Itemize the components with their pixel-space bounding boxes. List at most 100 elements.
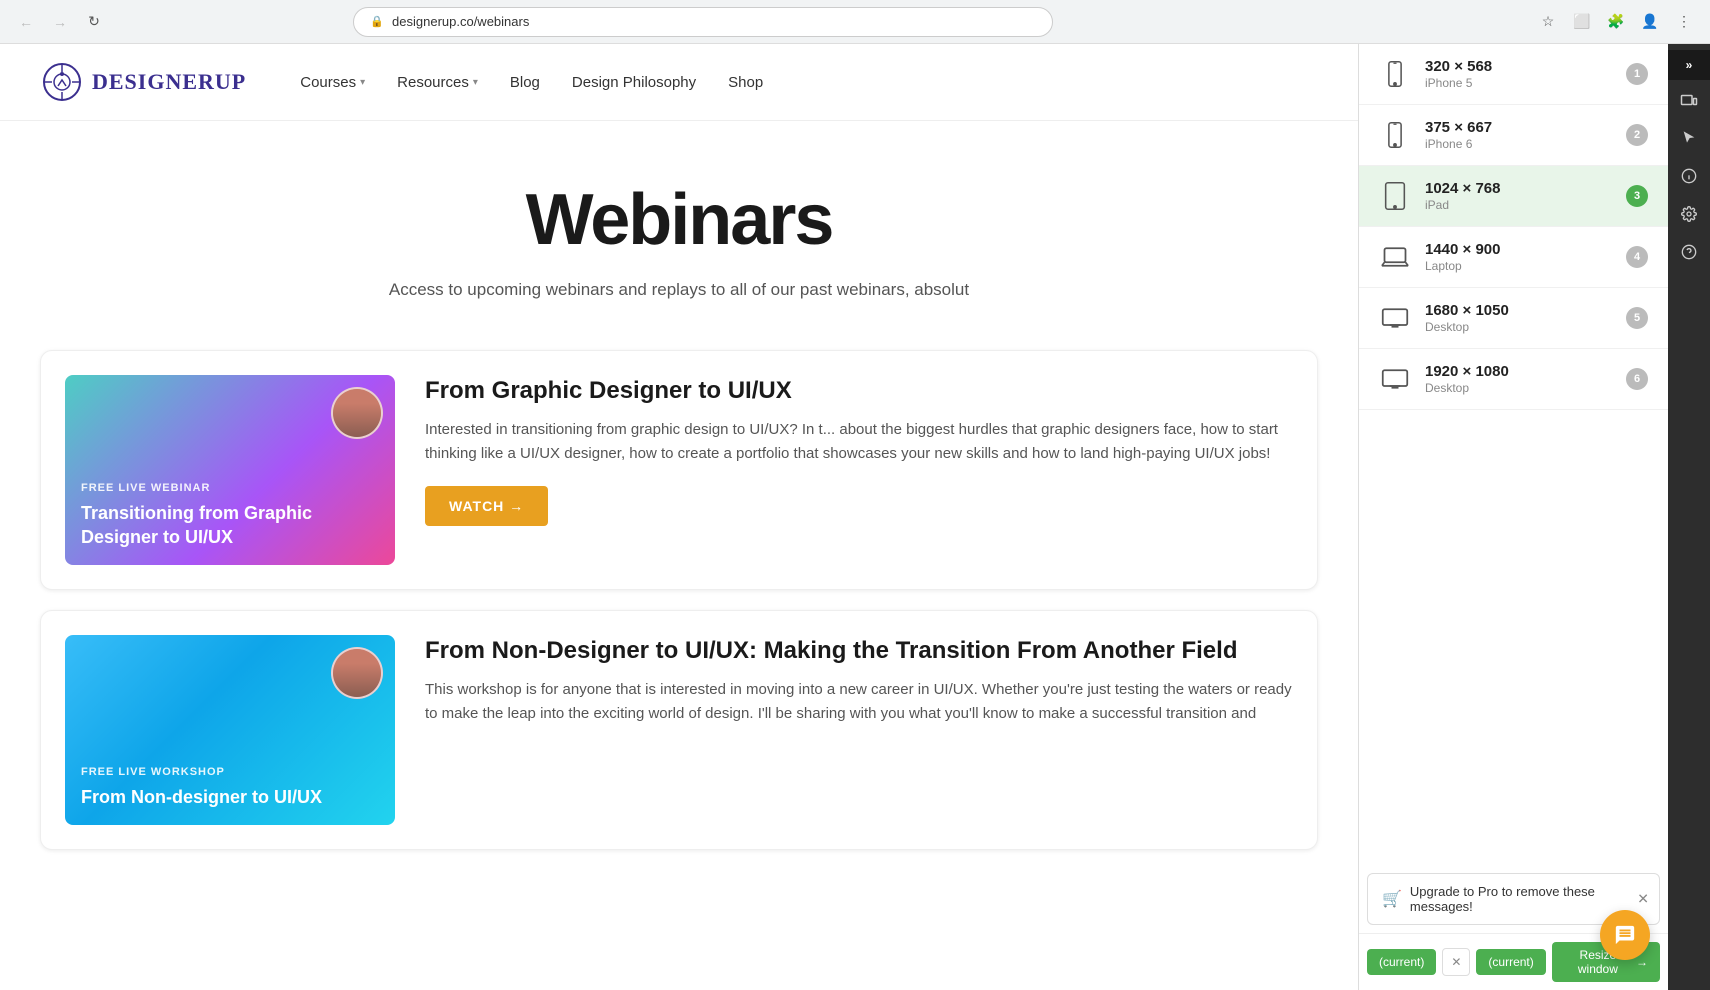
card-2-badge: FREE LIVE WORKSHOP <box>81 766 379 778</box>
card-1-title: From Graphic Designer to UI/UX <box>425 375 1293 406</box>
device-badge-1: 2 <box>1626 124 1648 146</box>
device-badge-5: 6 <box>1626 368 1648 390</box>
card-1-avatar <box>331 387 383 439</box>
device-icon-3 <box>1379 246 1411 268</box>
nav-links: Courses▾ Resources▾ Blog Design Philosop… <box>286 66 777 99</box>
hero-title: Webinars <box>20 181 1338 260</box>
upgrade-close-button[interactable]: ✕ <box>1637 891 1649 908</box>
back-button[interactable]: ← <box>12 8 40 36</box>
device-size-1: 375 × 667 <box>1425 119 1612 136</box>
card-1-image-title: Transitioning from GraphicDesigner to UI… <box>81 502 379 549</box>
device-name-1: iPhone 6 <box>1425 137 1612 151</box>
page-wrapper: DESIGNERUP Courses▾ Resources▾ Blog Desi… <box>0 44 1710 990</box>
device-name-0: iPhone 5 <box>1425 76 1612 90</box>
device-item-laptop-3[interactable]: 1440 × 900Laptop 4 <box>1359 227 1668 288</box>
nav-shop[interactable]: Shop <box>714 66 777 99</box>
card-2-content: From Non-Designer to UI/UX: Making the T… <box>425 635 1293 746</box>
settings-toolbar-icon[interactable] <box>1671 196 1707 232</box>
card-2-image-title: From Non-designer to UI/UX <box>81 786 379 809</box>
card-2-image-bg: FREE LIVE WORKSHOP From Non-designer to … <box>65 635 395 825</box>
card-1-badge: FREE LIVE WEBINAR <box>81 482 379 494</box>
device-icon-4 <box>1379 307 1411 329</box>
resize-current-button-1[interactable]: (current) <box>1367 949 1436 975</box>
forward-button[interactable]: → <box>46 8 74 36</box>
device-badge-0: 1 <box>1626 63 1648 85</box>
lock-icon: 🔒 <box>370 15 384 28</box>
device-item-desktop-4[interactable]: 1680 × 1050Desktop 5 <box>1359 288 1668 349</box>
device-icon-1 <box>1379 122 1411 148</box>
screen-cast-button[interactable]: ⬜ <box>1568 8 1596 36</box>
device-info-1: 375 × 667iPhone 6 <box>1425 119 1612 151</box>
reload-button[interactable]: ↻ <box>80 8 108 36</box>
device-info-0: 320 × 568iPhone 5 <box>1425 58 1612 90</box>
info-toolbar-icon[interactable] <box>1671 158 1707 194</box>
cursor-toolbar-icon[interactable] <box>1671 120 1707 156</box>
toolbar-expand-button[interactable]: » <box>1668 50 1710 80</box>
extensions-button[interactable]: 🧩 <box>1602 8 1630 36</box>
star-button[interactable]: ☆ <box>1534 8 1562 36</box>
card-1-content: From Graphic Designer to UI/UX Intereste… <box>425 375 1293 526</box>
nav-resources[interactable]: Resources▾ <box>383 66 492 99</box>
right-toolbar: » <box>1668 44 1710 990</box>
webinar-card-1: FREE LIVE WEBINAR Transitioning from Gra… <box>40 350 1318 590</box>
cart-icon: 🛒 <box>1382 889 1402 909</box>
device-name-5: Desktop <box>1425 381 1612 395</box>
device-size-0: 320 × 568 <box>1425 58 1612 75</box>
nav-design-philosophy[interactable]: Design Philosophy <box>558 66 710 99</box>
upgrade-text: Upgrade to Pro to remove these messages! <box>1410 884 1645 914</box>
responsive-panel: 320 × 568iPhone 5 1 375 × 667iPhone 6 2 1024… <box>1358 44 1668 990</box>
logo-link[interactable]: DESIGNERUP <box>40 60 246 104</box>
browser-actions: ☆ ⬜ 🧩 👤 ⋮ <box>1534 8 1698 36</box>
webinar-card-2: FREE LIVE WORKSHOP From Non-designer to … <box>40 610 1318 850</box>
card-1-watch-button[interactable]: WATCH → <box>425 486 548 526</box>
help-toolbar-icon[interactable] <box>1671 234 1707 270</box>
chat-bubble[interactable] <box>1600 910 1650 960</box>
card-2-title: From Non-Designer to UI/UX: Making the T… <box>425 635 1293 666</box>
device-name-2: iPad <box>1425 198 1612 212</box>
device-size-3: 1440 × 900 <box>1425 241 1612 258</box>
url-text: designerup.co/webinars <box>392 14 529 29</box>
device-item-desktop-5[interactable]: 1920 × 1080Desktop 6 <box>1359 349 1668 410</box>
resize-current-button-2[interactable]: (current) <box>1476 949 1545 975</box>
card-2-image: FREE LIVE WORKSHOP From Non-designer to … <box>65 635 395 825</box>
nav-blog[interactable]: Blog <box>496 66 554 99</box>
device-item-iphone-6-1[interactable]: 375 × 667iPhone 6 2 <box>1359 105 1668 166</box>
browser-nav-buttons: ← → ↻ <box>12 8 108 36</box>
card-2-avatar <box>331 647 383 699</box>
menu-button[interactable]: ⋮ <box>1670 8 1698 36</box>
hero-section: Webinars Access to upcoming webinars and… <box>0 121 1358 330</box>
browser-chrome: ← → ↻ 🔒 designerup.co/webinars ☆ ⬜ 🧩 👤 ⋮ <box>0 0 1710 44</box>
resize-x-button[interactable]: ✕ <box>1442 948 1470 976</box>
device-name-4: Desktop <box>1425 320 1612 334</box>
card-1-desc: Interested in transitioning from graphic… <box>425 418 1293 466</box>
resize-window-arrow: → <box>1636 955 1648 969</box>
device-info-3: 1440 × 900Laptop <box>1425 241 1612 273</box>
card-2-desc: This workshop is for anyone that is inte… <box>425 678 1293 726</box>
device-badge-3: 4 <box>1626 246 1648 268</box>
responsive-toolbar-icon[interactable] <box>1671 82 1707 118</box>
logo-icon <box>40 60 84 104</box>
device-size-2: 1024 × 768 <box>1425 180 1612 197</box>
nav-courses[interactable]: Courses▾ <box>286 66 379 99</box>
device-badge-2: 3 <box>1626 185 1648 207</box>
card-1-image-bg: FREE LIVE WEBINAR Transitioning from Gra… <box>65 375 395 565</box>
website-content: DESIGNERUP Courses▾ Resources▾ Blog Desi… <box>0 44 1358 990</box>
device-list: 320 × 568iPhone 5 1 375 × 667iPhone 6 2 1024… <box>1359 44 1668 865</box>
address-bar[interactable]: 🔒 designerup.co/webinars <box>353 7 1053 37</box>
card-1-image: FREE LIVE WEBINAR Transitioning from Gra… <box>65 375 395 565</box>
profile-button[interactable]: 👤 <box>1636 8 1664 36</box>
device-icon-5 <box>1379 368 1411 390</box>
device-item-ipad-2[interactable]: 1024 × 768iPad 3 <box>1359 166 1668 227</box>
hero-subtitle: Access to upcoming webinars and replays … <box>329 280 1029 300</box>
device-badge-4: 5 <box>1626 307 1648 329</box>
site-nav: DESIGNERUP Courses▾ Resources▾ Blog Desi… <box>0 44 1358 121</box>
device-info-4: 1680 × 1050Desktop <box>1425 302 1612 334</box>
device-info-5: 1920 × 1080Desktop <box>1425 363 1612 395</box>
device-icon-0 <box>1379 61 1411 87</box>
device-item-iphone-5-0[interactable]: 320 × 568iPhone 5 1 <box>1359 44 1668 105</box>
logo-text: DESIGNERUP <box>92 69 246 95</box>
device-size-4: 1680 × 1050 <box>1425 302 1612 319</box>
device-info-2: 1024 × 768iPad <box>1425 180 1612 212</box>
device-size-5: 1920 × 1080 <box>1425 363 1612 380</box>
device-name-3: Laptop <box>1425 259 1612 273</box>
